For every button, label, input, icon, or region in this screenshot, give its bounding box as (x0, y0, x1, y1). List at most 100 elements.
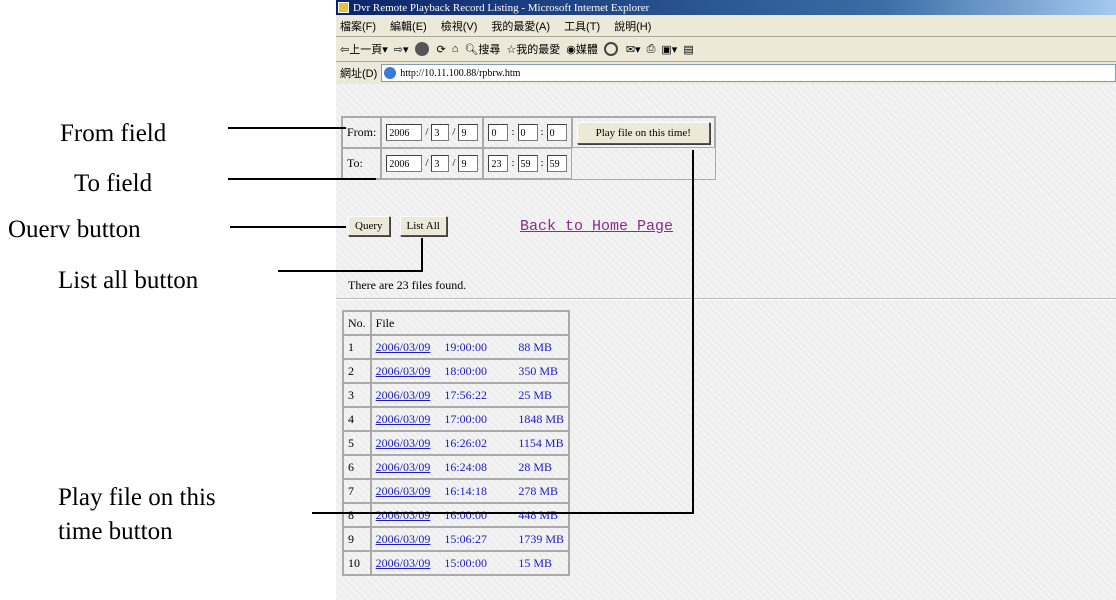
dropdown-icon: ▾ (635, 43, 641, 56)
address-input[interactable]: http://10.11.100.88/rpbrw.htm (381, 64, 1116, 82)
annotation-to-field: To field (74, 170, 153, 197)
menu-help[interactable]: 說明(H) (614, 18, 651, 34)
history-button[interactable] (603, 42, 620, 56)
favorites-button[interactable]: ☆ 我的最愛 (506, 41, 560, 57)
file-link[interactable]: 2006/03/09 15:00:00 15 MB (376, 556, 552, 570)
query-button-pointer-line (230, 226, 346, 228)
address-url: http://10.11.100.88/rpbrw.htm (400, 67, 521, 79)
media-button[interactable]: ◉ 媒體 (566, 41, 598, 57)
column-header-file: File (370, 311, 570, 335)
from-minute-input[interactable]: 0 (517, 124, 538, 141)
to-month-input[interactable]: 3 (431, 155, 450, 172)
file-link[interactable]: 2006/03/09 16:00:00 448 MB (376, 508, 558, 522)
to-hour-input[interactable]: 23 (488, 155, 509, 172)
play-button-cell: Play file on this time! (571, 117, 715, 148)
from-year-input[interactable]: 2006 (386, 124, 423, 141)
row-number: 1 (343, 335, 371, 359)
from-hour-input[interactable]: 0 (488, 124, 509, 141)
time-separator: : (540, 157, 544, 170)
discuss-icon: ▤ (683, 43, 694, 56)
files-found-status: There are 23 files found. (348, 278, 467, 292)
file-link[interactable]: 2006/03/09 17:56:22 25 MB (376, 388, 552, 402)
menu-view[interactable]: 檢視(V) (441, 18, 478, 34)
to-year-input[interactable]: 2006 (386, 155, 423, 172)
from-row: From: 2006/3/9 0:0:0 Play file on this t… (342, 117, 715, 148)
annotation-query-button: Ouerv button (8, 216, 141, 243)
play-file-button[interactable]: Play file on this time! (576, 121, 710, 144)
file-time: 16:14:18 (444, 483, 488, 498)
to-second-input[interactable]: 59 (546, 155, 567, 172)
discuss-button[interactable]: ▤ (683, 43, 693, 56)
list-all-button[interactable]: List All (399, 216, 447, 236)
annotation-from-field: From field (60, 120, 167, 147)
edit-button[interactable]: ▣ ▾ (661, 43, 677, 56)
menu-file[interactable]: 檔案(F) (340, 18, 376, 34)
file-cell: 2006/03/09 18:00:00 350 MB (370, 359, 570, 383)
file-size: 25 MB (518, 387, 553, 402)
file-link[interactable]: 2006/03/09 16:14:18 278 MB (376, 484, 558, 498)
file-cell: 2006/03/09 16:14:18 278 MB (370, 479, 570, 503)
forward-button[interactable]: ⇨ ▾ (394, 43, 409, 56)
column-header-no: No. (343, 311, 371, 335)
to-date-cell: 2006/3/9 (381, 148, 484, 179)
mail-icon: ✉ (625, 43, 636, 56)
file-link[interactable]: 2006/03/09 17:00:00 1848 MB (376, 412, 564, 426)
menu-bar: 檔案(F) 編輯(E) 檢視(V) 我的最愛(A) 工具(T) 說明(H) (336, 15, 1116, 37)
file-size: 1739 MB (518, 531, 565, 546)
back-button[interactable]: ⇦ 上一頁 ▾ (340, 41, 388, 57)
stop-icon (414, 42, 429, 56)
menu-favorites[interactable]: 我的最愛(A) (491, 18, 550, 34)
from-month-input[interactable]: 3 (431, 124, 450, 141)
file-date: 2006/03/09 (375, 339, 431, 354)
print-button[interactable]: ⎙ (647, 43, 656, 56)
file-link[interactable]: 2006/03/09 16:26:02 1154 MB (376, 436, 564, 450)
favorites-icon: ☆ (506, 43, 517, 56)
menu-edit[interactable]: 編輯(E) (390, 18, 427, 34)
dropdown-icon: ▾ (402, 43, 409, 56)
to-row: To: 2006/3/9 23:59:59 (342, 148, 715, 179)
query-button[interactable]: Query (348, 216, 390, 236)
play-file-pointer-line-v (692, 150, 694, 514)
refresh-icon: ⟳ (436, 43, 446, 56)
title-bar: Dvr Remote Playback Record Listing - Mic… (336, 0, 1116, 15)
page-content: From: 2006/3/9 0:0:0 Play file on this t… (336, 84, 1116, 600)
menu-tools[interactable]: 工具(T) (564, 18, 600, 34)
file-cell: 2006/03/09 15:00:00 15 MB (370, 551, 570, 575)
dropdown-icon: ▾ (671, 43, 678, 56)
table-row: 8 2006/03/09 16:00:00 448 MB (343, 503, 570, 527)
to-time-cell: 23:59:59 (483, 148, 572, 179)
refresh-button[interactable]: ⟳ (437, 43, 446, 56)
time-separator: : (540, 126, 544, 139)
stop-button[interactable] (414, 42, 431, 56)
to-minute-input[interactable]: 59 (517, 155, 538, 172)
file-size: 15 MB (518, 555, 553, 570)
button-row: Query List All (348, 216, 447, 236)
divider (336, 298, 1116, 300)
list-all-pointer-line-h (278, 270, 422, 272)
file-date: 2006/03/09 (375, 555, 431, 570)
annotation-list-all-button: List all button (58, 267, 199, 294)
file-link[interactable]: 2006/03/09 16:24:08 28 MB (376, 460, 552, 474)
table-row: 5 2006/03/09 16:26:02 1154 MB (343, 431, 570, 455)
to-day-input[interactable]: 9 (458, 155, 479, 172)
file-size: 448 MB (518, 507, 559, 522)
media-icon: ◉ (566, 43, 576, 56)
home-button[interactable]: ⌂ (452, 43, 459, 55)
file-cell: 2006/03/09 16:00:00 448 MB (370, 503, 570, 527)
mail-button[interactable]: ✉ ▾ (626, 43, 641, 56)
table-row: 6 2006/03/09 16:24:08 28 MB (343, 455, 570, 479)
from-second-input[interactable]: 0 (546, 124, 567, 141)
date-range-form: From: 2006/3/9 0:0:0 Play file on this t… (341, 116, 716, 180)
row-number: 8 (343, 503, 371, 527)
file-time: 19:00:00 (444, 339, 488, 354)
file-link[interactable]: 2006/03/09 18:00:00 350 MB (376, 364, 558, 378)
back-label: 上一頁 (349, 44, 383, 56)
file-link[interactable]: 2006/03/09 19:00:00 88 MB (376, 340, 552, 354)
search-button[interactable]: 🔍︎ 搜尋 (464, 41, 500, 57)
row-number: 3 (343, 383, 371, 407)
file-link[interactable]: 2006/03/09 15:06:27 1739 MB (376, 532, 564, 546)
home-icon: ⌂ (451, 43, 459, 55)
back-to-home-link[interactable]: Back to Home Page (520, 218, 673, 235)
from-date-cell: 2006/3/9 (381, 117, 484, 148)
from-day-input[interactable]: 9 (458, 124, 479, 141)
